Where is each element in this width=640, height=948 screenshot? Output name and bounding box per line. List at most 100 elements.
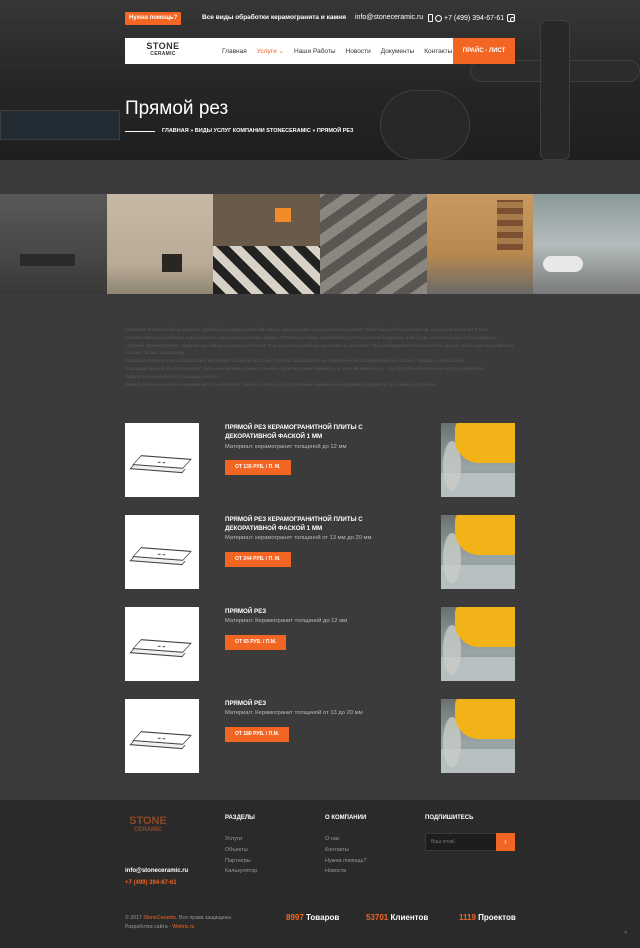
saw-machine <box>455 607 515 647</box>
product-card: ПРЯМОЙ РЕЗ Материал: Керамогранит толщин… <box>125 607 515 681</box>
product-card: ПРЯМОЙ РЕЗ КЕРАМОГРАНИТНОЙ ПЛИТЫ С ДЕКОР… <box>125 423 515 497</box>
subscribe-email-input[interactable] <box>426 834 498 850</box>
footer-link-objects[interactable]: Объекты <box>225 845 257 856</box>
stat-label: Товаров <box>306 913 340 922</box>
footer-link-partners[interactable]: Партнеры <box>225 856 257 867</box>
product-price-button[interactable]: ОТ 65 РУБ. / П.М. <box>225 635 287 650</box>
product-photo <box>441 515 515 589</box>
slab-drawing <box>132 731 192 745</box>
footer-subscribe-title: ПОДПИШИТЕСЬ <box>425 815 474 821</box>
product-price-button[interactable]: ОТ 244 РУБ. / П. М. <box>225 552 291 567</box>
stat-number: 8997 <box>286 913 304 922</box>
scroll-to-top-icon[interactable]: » <box>624 930 627 936</box>
hero-banner: Нужна помощь? Все виды обработки керамог… <box>0 0 640 160</box>
gallery-image-modern-bathroom[interactable] <box>533 194 640 294</box>
footer-email-link[interactable]: info@stoneceramic.ru <box>125 868 188 874</box>
intro-paragraph: Компания Stoneceramic предлагает прямой … <box>125 327 514 356</box>
footer-sections-title: РАЗДЕЛЫ <box>225 815 255 821</box>
product-title[interactable]: ПРЯМОЙ РЕЗ <box>225 607 415 616</box>
gallery-image-wood-wall[interactable] <box>426 194 534 294</box>
copyright: © 2017 StoneCeramic. Все права защищены … <box>125 914 231 932</box>
saw-machine <box>455 515 515 555</box>
product-photo <box>441 699 515 773</box>
developer-label: Разработка сайта - <box>125 924 171 930</box>
footer-link-help[interactable]: Нужна помощь? <box>325 856 366 867</box>
footer-company-title: О КОМПАНИИ <box>325 815 367 821</box>
product-photo <box>441 607 515 681</box>
stat-number: 53701 <box>366 913 389 922</box>
product-drawing <box>125 607 199 681</box>
product-card: ПРЯМОЙ РЕЗ Материал: Керамогранит толщин… <box>125 699 515 773</box>
product-price-button[interactable]: ОТ 135 РУБ. / П. М. <box>225 460 291 475</box>
product-photo <box>441 423 515 497</box>
intro-paragraph: Прямой рез выполняется в нужном месте и … <box>125 381 436 387</box>
intro-paragraph: Благодаря данной технологии могут быть р… <box>125 365 485 371</box>
whatsapp-icon[interactable] <box>435 14 442 22</box>
gallery-image-living-room[interactable] <box>213 194 320 294</box>
product-material: Материал: керамогранит толщиной от 13 мм… <box>225 535 372 541</box>
stat-number: 1119 <box>459 913 476 922</box>
stat-projects: 1119 Проектов <box>459 913 516 922</box>
stat-products: 8997 Товаров <box>286 913 339 922</box>
slab-drawing <box>132 455 192 469</box>
subscribe-submit-button[interactable]: › <box>496 833 515 851</box>
product-title[interactable]: ПРЯМОЙ РЕЗ КЕРАМОГРАНИТНОЙ ПЛИТЫ С ДЕКОР… <box>225 515 415 533</box>
product-material: Материал: Керамогранит толщиной до 12 мм <box>225 618 348 624</box>
top-bar: Нужна помощь? Все виды обработки керамог… <box>0 12 640 26</box>
footer-link-news[interactable]: Новости <box>325 866 366 877</box>
footer-logo-word-stone: STONE <box>129 815 167 827</box>
product-price-button[interactable]: ОТ 180 РУБ. / П.М. <box>225 727 290 742</box>
product-drawing <box>125 515 199 589</box>
intro-paragraph: Компания Stoneceramic обрабатывает матер… <box>125 358 466 364</box>
slab-drawing <box>132 639 192 653</box>
subscribe-form: › <box>425 833 515 851</box>
footer-phone-link[interactable]: +7 (499) 394-67-61 <box>125 880 177 886</box>
product-drawing <box>125 699 199 773</box>
interior-gallery <box>0 194 640 294</box>
logo-word-ceramic: CERAMIC <box>150 51 176 57</box>
header-email-link[interactable]: info@stoneceramic.ru <box>355 14 423 21</box>
nav-documents[interactable]: Документы <box>381 48 415 55</box>
nav-news[interactable]: Новости <box>346 48 371 55</box>
instagram-icon[interactable] <box>507 14 515 22</box>
product-material: Материал: Керамогранит толщиной от 13 до… <box>225 710 363 716</box>
intro-text: Компания Stoneceramic предлагает прямой … <box>125 326 515 388</box>
footer-sections-list: Услуги Объекты Партнеры Калькулятор <box>225 834 257 877</box>
developer-link[interactable]: Webrix.ru <box>172 924 194 930</box>
tagline: Все виды обработки керамогранита и камня <box>202 14 346 21</box>
footer-logo[interactable]: STONE CERAMIC <box>128 815 168 845</box>
price-list-button[interactable]: ПРАЙС - ЛИСТ <box>453 38 515 64</box>
product-material: Материал: керамогранит толщиной до 12 мм <box>225 444 347 450</box>
copyright-line: © 2017 StoneCeramic. Все права защищены <box>125 914 231 923</box>
footer-link-calculator[interactable]: Калькулятор <box>225 866 257 877</box>
copyright-brand-link[interactable]: StoneCeramic <box>143 915 176 921</box>
main-menu: Главная Услуги ⌄ Наши Работы Новости Док… <box>222 38 452 64</box>
nav-home[interactable]: Главная <box>222 48 247 55</box>
breadcrumb[interactable]: ГЛАВНАЯ » ВИДЫ УСЛУГ КОМПАНИИ STONECERAM… <box>162 128 353 134</box>
saw-machine <box>455 699 515 739</box>
breadcrumb-divider <box>125 131 155 132</box>
nav-contacts[interactable]: Контакты <box>424 48 452 55</box>
product-title[interactable]: ПРЯМОЙ РЕЗ <box>225 699 415 708</box>
intro-paragraph: Прямой рез выполняется в каждом участке. <box>125 373 219 379</box>
header-phone-number[interactable]: +7 (499) 394-67-61 <box>444 15 504 22</box>
nav-services[interactable]: Услуги ⌄ <box>257 47 284 55</box>
phone-icon <box>428 14 433 22</box>
header-phone[interactable]: +7 (499) 394-67-61 <box>428 14 504 22</box>
site-logo[interactable]: STONE CERAMIC <box>145 41 181 61</box>
product-drawing <box>125 423 199 497</box>
gallery-image-bathroom[interactable] <box>0 194 107 294</box>
logo-word-stone: STONE <box>146 41 180 51</box>
footer-link-about[interactable]: О нас <box>325 834 366 845</box>
gallery-image-beige-room[interactable] <box>106 194 214 294</box>
footer-logo-word-ceramic: CERAMIC <box>134 827 162 833</box>
footer-link-services[interactable]: Услуги <box>225 834 257 845</box>
developer-line: Разработка сайта - Webrix.ru <box>125 923 231 932</box>
product-title[interactable]: ПРЯМОЙ РЕЗ КЕРАМОГРАНИТНОЙ ПЛИТЫ С ДЕКОР… <box>225 423 415 441</box>
stat-label: Проектов <box>478 913 516 922</box>
help-button[interactable]: Нужна помощь? <box>125 12 182 25</box>
gallery-image-patterned-floor[interactable] <box>319 194 427 294</box>
nav-works[interactable]: Наши Работы <box>294 48 336 55</box>
footer-link-contacts[interactable]: Контакты <box>325 845 366 856</box>
page-title: Прямой рез <box>125 98 229 119</box>
